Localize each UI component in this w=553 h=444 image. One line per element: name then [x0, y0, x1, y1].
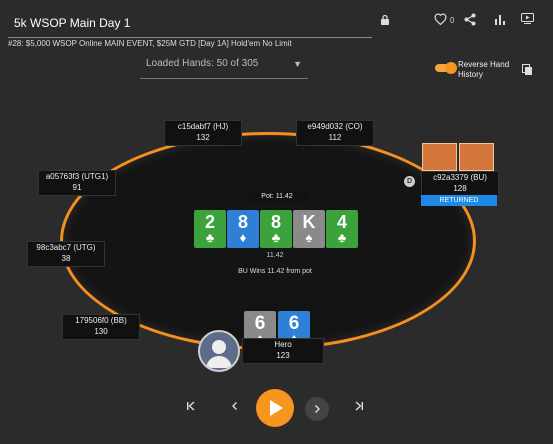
loaded-hands-select[interactable]: Loaded Hands: 50 of 305 ▼ [140, 54, 308, 79]
loaded-hands-label: Loaded Hands: 50 of 305 [146, 58, 259, 69]
like-count: 0 [450, 16, 455, 25]
video-icon[interactable] [520, 13, 534, 27]
board-card: 8 ♣ [260, 210, 292, 248]
next-button[interactable] [305, 397, 329, 421]
reverse-history-label: Reverse Hand History [458, 60, 510, 79]
tournament-subtitle: #28: $5,000 WSOP Online MAIN EVENT, $25M… [8, 39, 292, 48]
seat-utg[interactable]: 98c3abc7 (UTG) 38 [27, 241, 105, 267]
board-card: 4 ♣ [326, 210, 358, 248]
lock-icon[interactable] [378, 14, 392, 28]
returned-badge: RETURNED [421, 195, 497, 206]
board-card: K ♠ [293, 210, 325, 248]
board-card: 8 ♦ [227, 210, 259, 248]
hero-avatar [198, 330, 240, 372]
seat-utg1[interactable]: a05763f3 (UTG1) 91 [38, 170, 116, 196]
dealer-button: D [404, 176, 415, 187]
play-button[interactable] [256, 389, 294, 427]
copy-icon[interactable] [520, 64, 534, 78]
seat-hero[interactable]: Hero 123 [242, 338, 324, 364]
bu-card-back [422, 143, 457, 171]
last-hand-button[interactable] [352, 401, 366, 415]
hand-title[interactable]: 5k WSOP Main Day 1 [8, 10, 372, 38]
reverse-history-toggle[interactable] [435, 62, 457, 74]
chevron-down-icon: ▼ [293, 59, 302, 69]
seat-co[interactable]: e949d032 (CO) 112 [296, 120, 374, 146]
bu-card-back [459, 143, 494, 171]
pot-label: Pot: 11.42 [247, 191, 307, 202]
winner-text: BU Wins 11.42 from pot [238, 268, 312, 275]
seat-hj[interactable]: c15dabf7 (HJ) 132 [164, 120, 242, 146]
board-card: 2 ♣ [194, 210, 226, 248]
stats-icon[interactable] [494, 14, 506, 26]
pot-amount: 11.42 [266, 252, 284, 259]
heart-icon[interactable] [432, 13, 448, 29]
first-hand-button[interactable] [184, 401, 198, 415]
seat-bb[interactable]: 179506f0 (BB) 130 [62, 314, 140, 340]
share-icon[interactable] [463, 13, 477, 27]
hero-card: 6 ♠ [244, 311, 276, 339]
prev-button[interactable] [228, 401, 242, 415]
hero-card: 6 ♦ [278, 311, 310, 339]
seat-bu[interactable]: c92a3379 (BU) 128 [421, 171, 499, 197]
